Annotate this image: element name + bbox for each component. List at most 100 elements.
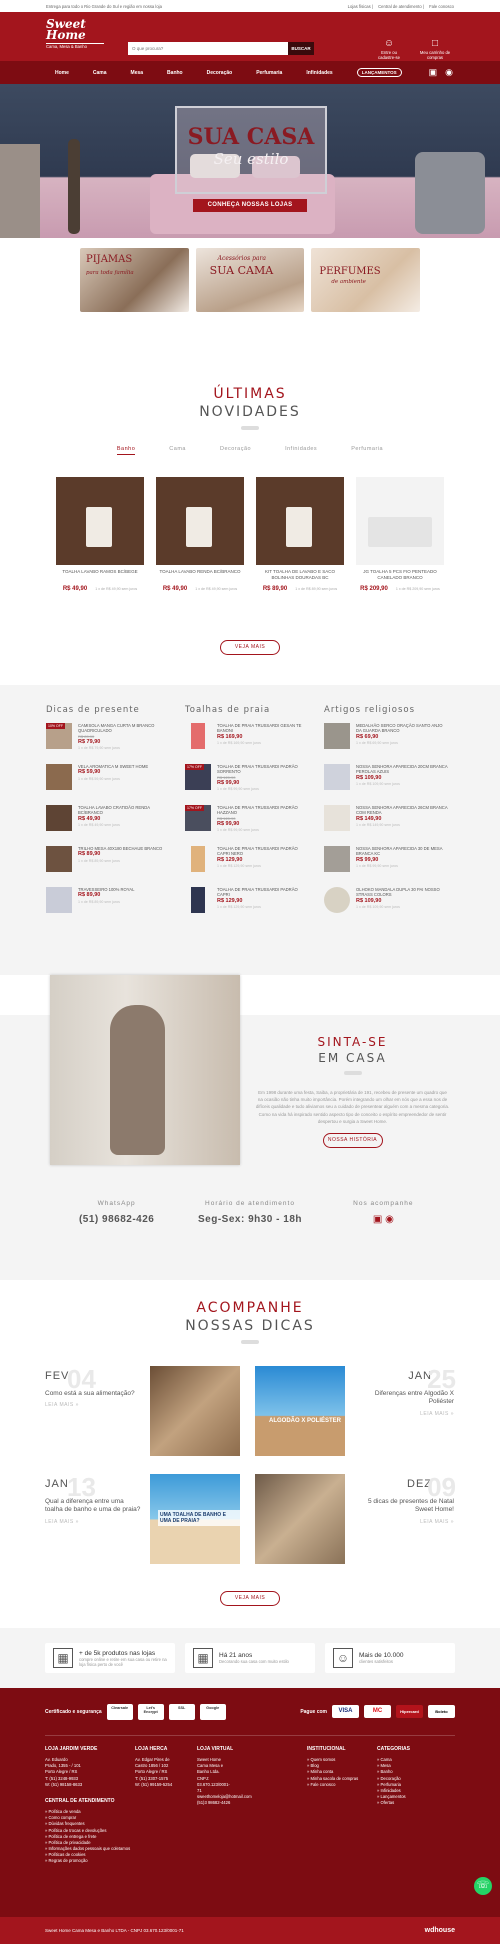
item-installments: 1 x de R$ 129,90 sem juros (217, 864, 261, 869)
list-item[interactable]: TOALHA DE PRAIA TRUSSARDI PADRÃO CAPRI R$… (185, 887, 310, 920)
blog-post[interactable]: 13 JAN Qual a diferença entre uma toalha… (45, 1472, 141, 1525)
feature-sub: clientes satisfeitos (359, 1659, 393, 1664)
hero-button[interactable]: CONHEÇA NOSSAS LOJAS (193, 199, 307, 212)
list-item[interactable]: TOALHA DE PRAIA TRUSSARDI GESAN TE BANON… (185, 723, 310, 756)
facebook-icon[interactable]: ▣ (373, 1214, 382, 1225)
hipercard-icon: Hipercard (396, 1705, 423, 1718)
product-card[interactable]: KIT TOALHA DE LAVABO E SACO BOLINHAS DOU… (256, 477, 344, 592)
nav-infinidades[interactable]: Infinidades (306, 70, 332, 76)
google-seal[interactable]: Google (199, 1703, 226, 1720)
list-item[interactable]: OLHOKO MANDALA DUPLA 30 PAI NOSSO STRASS… (324, 887, 449, 920)
tab-infinidades[interactable]: Infinidades (285, 446, 317, 455)
about-section: SINTA-SE EM CASA Em 1998 durante uma fest… (0, 975, 500, 1175)
header: Sweet Home Cama, Mesa & Banho BUSCAR ☺ E… (0, 12, 500, 61)
list-item[interactable]: TOALHA DE PRAIA TRUSSARDI PADRÃO CAPRI N… (185, 846, 310, 879)
agency-logo[interactable]: wdhouse (425, 1927, 455, 1934)
read-more-link[interactable]: LEIA MAIS » (45, 1519, 141, 1525)
blog-post[interactable]: 09 DEZ 5 dicas de presentes de Natal Swe… (358, 1472, 456, 1525)
list-item[interactable]: TOALHA LAVABO CRATIDÃO RENDA BC/BRANCO R$… (46, 805, 171, 838)
link-fale[interactable]: Fale conosco (429, 4, 454, 9)
read-more-link[interactable]: LEIA MAIS » (358, 1411, 454, 1417)
vase-image (68, 139, 80, 234)
link-lojas[interactable]: Lojas físicas (348, 4, 371, 9)
list-item[interactable]: 17% OFF TOALHA DE PRAIA TRUSSARDI PADRÃO … (185, 764, 310, 797)
post-image[interactable]: UMA TOALHA DE BANHO E UMA DE PRAIA? (150, 1474, 240, 1564)
logo[interactable]: Sweet Home Cama, Mesa & Banho (46, 18, 104, 56)
footer-col-store1: LOJA JARDIM VERDE Av. Eduardo Prado, 1355 … (45, 1746, 135, 1806)
list-item[interactable]: VELA AROMATICA M SWEET HOME R$ 59,90 1 x d… (46, 764, 171, 797)
footer-col-service: CENTRAL DE ATENDIMENTO » Política de ven… (45, 1798, 135, 1864)
list-religious: Artigos religiosos MEDALHÃO SERCO ORAÇÃO… (324, 705, 449, 928)
item-price: R$ 49,90 (78, 815, 101, 822)
letsencrypt-seal[interactable]: Let's Encrypt (137, 1703, 164, 1720)
whatsapp-icon[interactable]: ☏ (474, 1877, 492, 1895)
news-tabs: Banho Cama Decoração Infinidades Perfuma… (0, 446, 500, 455)
link-central[interactable]: Central de atendimento (378, 4, 422, 9)
whatsapp-number[interactable]: (51) 98682-426 (50, 1214, 183, 1225)
item-name: TOALHA LAVABO CRATIDÃO RENDA BC/BRANCO (78, 805, 150, 816)
nav-lancamentos[interactable]: LANÇAMENTOS (356, 68, 402, 77)
cart-link[interactable]: □ Meu carrinho de compras (418, 38, 452, 60)
nav-perfumaria[interactable]: Perfumaria (256, 70, 282, 76)
nav-banho[interactable]: Banho (167, 70, 183, 76)
banner-perfumes[interactable]: PERFUMES de ambiente (311, 248, 421, 312)
tab-banho[interactable]: Banho (116, 446, 136, 455)
banner-cama[interactable]: SUA CAMA Acessórios para (195, 248, 305, 312)
list-title: Dicas de presente (46, 705, 140, 715)
product-card[interactable]: TOALHA LAVABO RAMOS BC/BEGE R$ 49,90 1 x … (56, 477, 144, 592)
nav-home[interactable]: Home (55, 70, 69, 76)
account-link[interactable]: ☺ Entre ou cadastre-se (372, 38, 406, 60)
footer-col-online: LOJA VIRTUAL Sweet Home Cama Mesa e Banho L… (197, 1746, 307, 1806)
item-price: R$ 129,90 (217, 897, 243, 904)
list-item[interactable]: NOSSA SENHORA APARECIDA 26CM BRANCA COM … (324, 805, 449, 838)
item-installments: 1 x de R$ 99,90 sem juros (217, 828, 259, 833)
product-card[interactable]: JG TOALHA 5 PCS FIO PENTEADO CANELADO BR… (356, 477, 444, 592)
nav-mesa[interactable]: Mesa (131, 70, 144, 76)
banner-pijamas[interactable]: PIJAMAS para toda família (80, 248, 189, 312)
blog-grid: 04 FEV Como está a sua alimentação? LEIA… (0, 1364, 500, 1591)
tips-more-button[interactable]: VEJA MAIS (220, 1591, 280, 1606)
item-name: NOSSA SENHORA APARECIDA 30 DE MESA BRANC… (356, 846, 443, 857)
nav-decoracao[interactable]: Decoração (207, 70, 233, 76)
item-installments: 1 x de R$ 129,90 sem juros (217, 905, 261, 910)
hero-subtitle: Seu estilo (213, 150, 289, 168)
product-installments: 1 x de R$ 89,90 sem juros (295, 586, 338, 591)
post-image[interactable] (150, 1366, 240, 1456)
about-title-b: EM CASA (318, 1051, 387, 1065)
instagram-icon[interactable]: ◉ (385, 1214, 394, 1225)
news-more-button[interactable]: VEJA MAIS (220, 640, 280, 655)
instagram-icon[interactable]: ◉ (445, 67, 453, 78)
search-button[interactable]: BUSCAR (288, 42, 314, 55)
tab-cama[interactable]: Cama (169, 446, 186, 455)
ssl-seal[interactable]: SSL (168, 1703, 195, 1720)
tab-perfumaria[interactable]: Perfumaria (351, 446, 383, 455)
blog-post[interactable]: 25 JAN Diferenças entre Algodão X Poliés… (358, 1364, 456, 1417)
list-item[interactable]: NOSSA SENHORA APARECIDA 20CM BRANCA PERO… (324, 764, 449, 797)
post-image[interactable]: ALGODÃO X POLIÉSTER (255, 1366, 345, 1456)
list-item[interactable]: 10% OFF CAMISOLA MANGA CURTA M BRANCO QUA… (46, 723, 171, 756)
banner-label: PIJAMAS (86, 254, 133, 265)
list-item[interactable]: TRILHO MESA 40X180 BECHAUE BRANCO R$ 89,9… (46, 846, 171, 879)
hero-banner[interactable]: SUA CASA Seu estilo CONHEÇA NOSSAS LOJAS (0, 84, 500, 238)
product-card[interactable]: TOALHA LAVABO RENDA BC/BRANCO R$ 49,90 1 … (156, 477, 244, 592)
read-more-link[interactable]: LEIA MAIS » (358, 1519, 454, 1525)
facebook-icon[interactable]: ▣ (429, 67, 438, 78)
item-price: R$ 109,90 (356, 897, 382, 904)
list-item[interactable]: TRAVESSEIRO 100% ROYAL R$ 89,90 1 x de R$ … (46, 887, 171, 920)
item-name: NOSSA SENHORA APARECIDA 20CM BRANCA PERO… (356, 764, 448, 775)
history-button[interactable]: NOSSA HISTÓRIA (322, 1132, 383, 1148)
item-name: TOALHA DE PRAIA TRUSSARDI PADRÃO SORRENT… (217, 764, 298, 775)
list-item[interactable]: 17% OFF TOALHA DE PRAIA TRUSSARDI PADRÃO … (185, 805, 310, 838)
list-item[interactable]: NOSSA SENHORA APARECIDA 30 DE MESA BRANC… (324, 846, 449, 879)
post-image[interactable] (255, 1474, 345, 1564)
nav-cama[interactable]: Cama (93, 70, 107, 76)
clearsale-seal[interactable]: Clearsale (106, 1703, 133, 1720)
tab-decoracao[interactable]: Decoração (220, 446, 251, 455)
list-item[interactable]: MEDALHÃO SERCO ORAÇÃO SANTO ANJO DA GUAR… (324, 723, 449, 756)
item-price: R$ 69,90 (356, 733, 379, 740)
search-input[interactable] (128, 42, 288, 55)
read-more-link[interactable]: LEIA MAIS » (45, 1402, 141, 1408)
product-installments: 1 x de R$ 209,90 sem juros (395, 586, 440, 591)
blog-post[interactable]: 04 FEV Como está a sua alimentação? LEIA… (45, 1364, 141, 1408)
promo-text: Entrega para todo o Rio Grande do Sul e … (46, 3, 162, 9)
